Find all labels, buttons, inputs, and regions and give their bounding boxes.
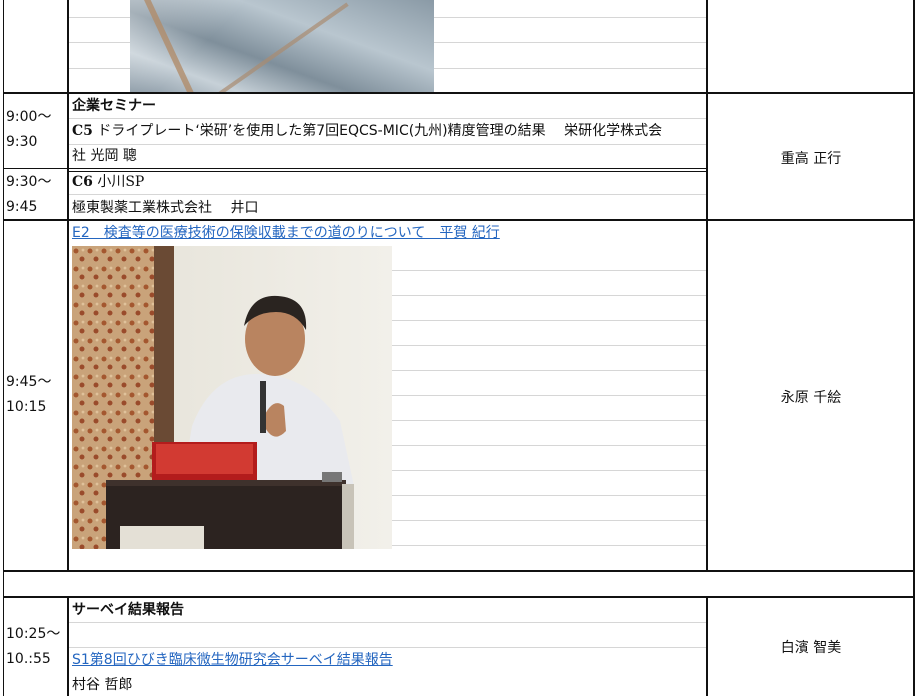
seminar-chair: 重高 正行 <box>780 151 842 167</box>
e2-time-start: 9:45～ <box>6 374 52 390</box>
seminar-line1: C5 ドライプレート‘栄研’を使用した第7回EQCS-MIC(九州)精度管理の結… <box>72 121 662 141</box>
e2-chair: 永原 千絵 <box>780 390 842 406</box>
e2-time-end: 10:15 <box>6 399 47 415</box>
speaker-photo <box>72 246 392 549</box>
seminar-time-start: 9:00～ <box>6 109 52 125</box>
c6-time-start: 9:30～ <box>6 174 52 190</box>
schedule-table: 9:00～ 9:30 企業セミナー C5 ドライプレート‘栄研’を使用した第7回… <box>0 0 917 696</box>
seminar-code: C5 <box>72 123 93 139</box>
survey-chair: 白濱 智美 <box>780 640 842 656</box>
seminar-line2: 社 光岡 聰 <box>72 148 137 164</box>
c6-line1: C6 小川SP <box>72 172 144 192</box>
seminar-heading: 企業セミナー <box>72 98 156 114</box>
session-photo-top <box>130 0 434 93</box>
survey-time-start: 10:25～ <box>6 626 61 642</box>
e2-presentation-link[interactable]: E2 検査等の医療技術の保険収載までの道のりについて 平賀 紀行 <box>72 223 500 243</box>
seminar-text: ドライプレート‘栄研’を使用した第7回EQCS-MIC(九州)精度管理の結果 栄… <box>97 123 663 139</box>
survey-report-link[interactable]: S1第8回ひびき臨床微生物研究会サーベイ結果報告 <box>72 650 393 670</box>
seminar-time-end: 9:30 <box>6 134 38 150</box>
survey-time-end: 10.:55 <box>6 651 51 667</box>
c6-time-end: 9:45 <box>6 199 38 215</box>
c6-title: 小川SP <box>97 174 145 190</box>
survey-presenter: 村谷 哲郎 <box>72 677 133 693</box>
c6-code: C6 <box>72 174 93 190</box>
c6-presenter: 極東製薬工業株式会社 井口 <box>72 200 259 216</box>
survey-heading: サーベイ結果報告 <box>72 602 184 618</box>
